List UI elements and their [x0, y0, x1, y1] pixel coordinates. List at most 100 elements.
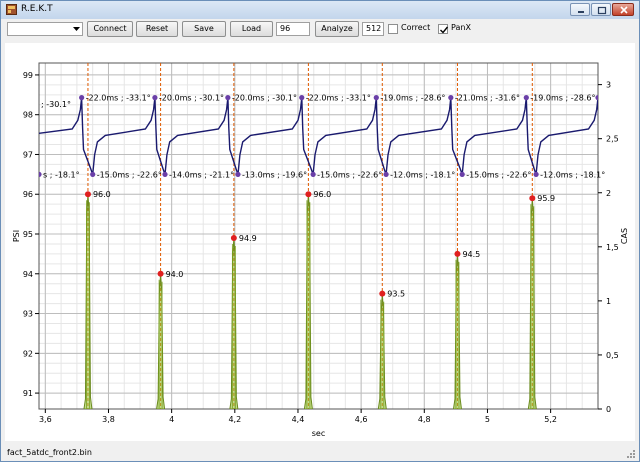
cas-top-marker	[523, 95, 529, 101]
cas-bottom-label: -12.0ms ; -18.1°	[540, 170, 605, 179]
psi-peak-marker	[305, 191, 312, 198]
psi-peak-label: 96.0	[93, 190, 111, 199]
port-dropdown[interactable]	[7, 22, 83, 36]
y-right-tick-label: 3	[606, 81, 611, 90]
cas-bottom-label: -15.0ms ; -22.6°	[466, 170, 531, 179]
chevron-down-icon	[73, 27, 80, 31]
cas-top-marker	[373, 95, 379, 101]
x-tick-label: 3,6	[39, 415, 52, 424]
cas-bottom-label: -12.0ms ; -18.1°	[390, 170, 455, 179]
correct-label: Correct	[401, 23, 431, 32]
title-bar: R.E.K.T	[1, 1, 639, 19]
x-axis-title: sec	[312, 429, 326, 438]
psi-peak-marker	[84, 191, 91, 198]
cas-top-marker	[299, 95, 305, 101]
cas-top-label: -22.0ms ; -33.1°	[86, 94, 151, 103]
cas-bottom-marker	[383, 171, 389, 177]
y-left-tick-label: 95	[23, 230, 33, 239]
psi-peak-label: 93.5	[387, 290, 405, 299]
cas-bottom-marker	[459, 171, 465, 177]
y-left-tick-label: 92	[23, 349, 33, 358]
x-tick-label: 4,6	[355, 415, 368, 424]
y-left-tick-label: 94	[23, 270, 33, 279]
cas-bottom-label: -15.0ms ; -22.6°	[97, 170, 162, 179]
psi-peak-marker	[454, 250, 461, 257]
minimize-icon	[578, 11, 584, 13]
x-tick-label: 4,4	[292, 415, 305, 424]
cas-bottom-label: -14.0ms ; -21.1°	[169, 170, 234, 179]
cas-top-marker	[595, 95, 598, 101]
checkmark-icon	[440, 26, 449, 34]
psi-peak-marker	[230, 234, 237, 241]
y-left-tick-label: 99	[23, 71, 33, 80]
cas-bottom-label: -13.0ms ; -19.6°	[242, 170, 307, 179]
cas-top-label: ; -30.1°	[41, 100, 71, 109]
y-right-tick-label: 1	[606, 297, 611, 306]
cas-top-label: -21.0ms ; -31.6°	[455, 94, 520, 103]
window-title: R.E.K.T	[21, 4, 53, 14]
resize-grip-icon[interactable]	[626, 449, 636, 459]
cas-bottom-marker	[310, 171, 316, 177]
y-left-axis-title: PSI	[12, 230, 21, 242]
x-tick-label: 5	[485, 415, 490, 424]
save-button[interactable]: Save	[182, 21, 226, 37]
x-tick-label: 4,2	[228, 415, 241, 424]
connect-button[interactable]: Connect	[87, 21, 133, 37]
psi-peak-marker	[529, 195, 536, 202]
y-right-tick-label: 2	[606, 189, 611, 198]
cas-bottom-label: -15.0ms ; -22.6°	[317, 170, 382, 179]
psi-peak-label: 95.9	[537, 194, 555, 203]
cas-top-label: -20.0ms ; -30.1°	[232, 94, 297, 103]
psi-peak-label: 94.5	[462, 250, 480, 259]
y-left-tick-label: 96	[23, 190, 33, 199]
y-right-tick-label: 0	[606, 405, 611, 414]
plot-panel[interactable]: 3,6 3,8 4 4,2 4,4 4,6 4,8 5 5,2 91 92 93 94 95 96 97 98 9…	[5, 43, 635, 441]
psi-cas-chart[interactable]: 3,6 3,8 4 4,2 4,4 4,6 4,8 5 5,2 91 92 93 94 95 96 97 98 9…	[5, 43, 635, 441]
y-right-tick-label: 0,5	[606, 351, 619, 360]
psi-peak-label: 94.9	[239, 234, 257, 243]
cas-bottom-marker	[235, 171, 241, 177]
maximize-icon	[597, 6, 607, 15]
x-tick-label: 4,8	[418, 415, 431, 424]
cas-top-label: -19.0ms ; -28.6°	[530, 94, 595, 103]
y-right-tick-label: 1,5	[606, 243, 619, 252]
minimize-button[interactable]	[570, 3, 590, 16]
cas-top-marker	[225, 95, 231, 101]
y-left-tick-label: 91	[23, 389, 33, 398]
y-left-tick-label: 97	[23, 150, 33, 159]
correct-checkbox[interactable]	[388, 24, 398, 34]
cas-top-label: -20.0ms ; -30.1°	[159, 94, 224, 103]
cas-top-marker	[79, 95, 85, 101]
reset-button[interactable]: Reset	[136, 21, 178, 37]
cas-bottom-marker	[39, 171, 42, 177]
cas-top-label: -19.0ms ; -28.6°	[380, 94, 445, 103]
close-icon	[620, 6, 628, 14]
cas-bottom-marker	[90, 171, 96, 177]
psi-peak-label: 96.0	[313, 190, 331, 199]
maximize-button[interactable]	[591, 3, 611, 16]
y-right-axis-title: CAS	[620, 228, 629, 244]
toolbar: Connect Reset Save Load 96 Analyze 512 C…	[1, 19, 639, 39]
load-value-input[interactable]: 96	[276, 22, 310, 36]
y-right-tick-label: 2,5	[606, 135, 619, 144]
analyze-value-input[interactable]: 512	[362, 22, 384, 36]
psi-peak-marker	[379, 290, 386, 297]
x-tick-label: 4	[169, 415, 174, 424]
y-left-tick-label: 93	[23, 310, 33, 319]
psi-peak-marker	[157, 270, 164, 277]
analyze-button[interactable]: Analyze	[315, 21, 359, 37]
app-icon	[6, 4, 17, 15]
load-button[interactable]: Load	[230, 21, 273, 37]
app-window: R.E.K.T Connect Reset Save Load 96 Analy…	[0, 0, 640, 462]
y-left-tick-label: 98	[23, 111, 33, 120]
cas-bottom-marker	[162, 171, 168, 177]
cas-bottom-label: s ; -18.1°	[43, 170, 80, 179]
psi-peak-label: 94.0	[166, 270, 184, 279]
panx-label: PanX	[451, 23, 471, 32]
panx-checkbox[interactable]	[438, 24, 449, 34]
close-button[interactable]	[612, 3, 634, 16]
cas-bottom-marker	[533, 171, 539, 177]
cas-top-label: -22.0ms ; -33.1°	[306, 94, 371, 103]
cas-top-marker	[448, 95, 454, 101]
cas-top-marker	[152, 95, 158, 101]
